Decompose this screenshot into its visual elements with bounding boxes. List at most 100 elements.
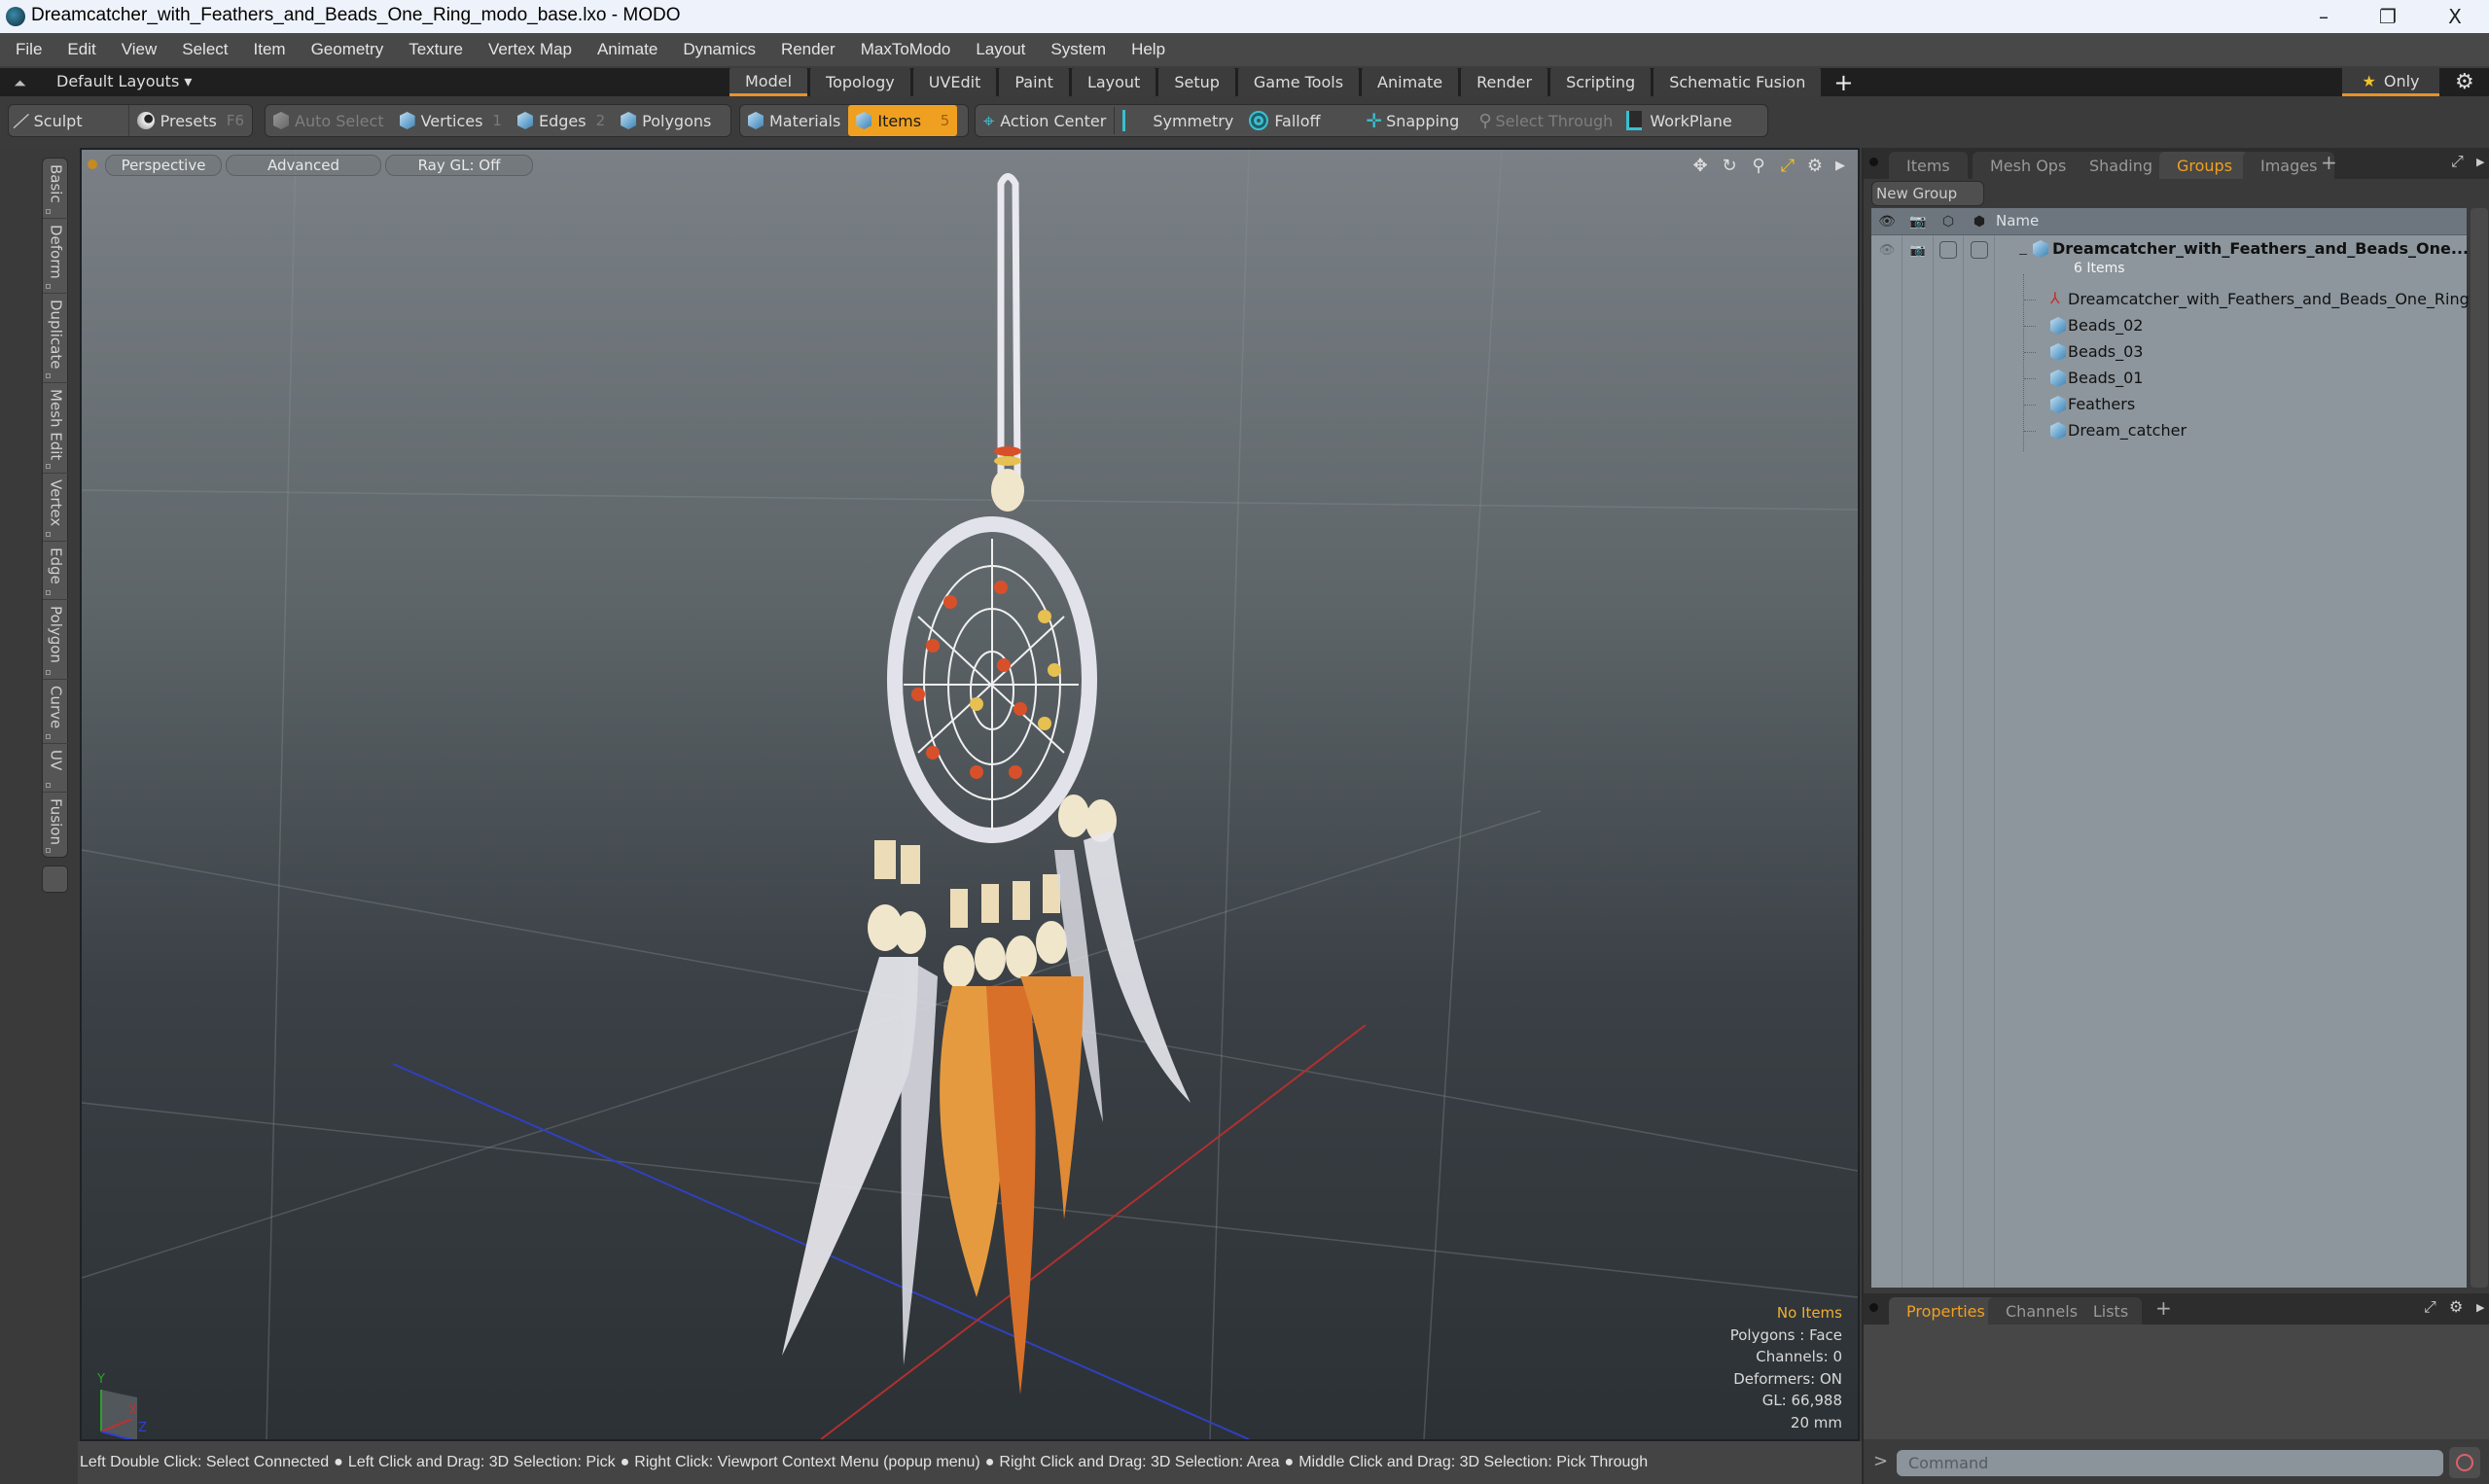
- visibility-eye-icon[interactable]: 👁: [1878, 241, 1896, 259]
- panel-menu-arrow-icon[interactable]: ▶: [2476, 156, 2484, 168]
- list-item[interactable]: Beads_02: [1871, 313, 2467, 339]
- only-toggle[interactable]: ★ Only: [2342, 68, 2439, 96]
- snapping-button[interactable]: ✛ Snapping: [1358, 105, 1471, 136]
- tab-mesh-edit[interactable]: Mesh Edit: [43, 383, 69, 474]
- edges-button[interactable]: Edges 2: [510, 105, 613, 136]
- tab-shading[interactable]: Shading: [2072, 152, 2170, 179]
- select-shape-icon[interactable]: ⬢: [1971, 213, 1988, 230]
- expand-icon[interactable]: ⤢: [2424, 1297, 2436, 1317]
- menu-help[interactable]: Help: [1131, 40, 1165, 59]
- properties-gear-icon[interactable]: ⚙: [2449, 1297, 2463, 1316]
- pan-icon[interactable]: ✥: [1689, 154, 1712, 177]
- record-macro-button[interactable]: [2449, 1447, 2480, 1478]
- add-layout-tab-button[interactable]: +: [1824, 68, 1863, 96]
- outliner-scrollbar[interactable]: [2471, 208, 2488, 1288]
- render-camera-icon[interactable]: 📷: [1909, 241, 1927, 259]
- tab-render[interactable]: Render: [1461, 68, 1548, 96]
- menu-maxtomodo[interactable]: MaxToModo: [861, 40, 951, 59]
- list-item[interactable]: Beads_03: [1871, 339, 2467, 366]
- polygons-button[interactable]: Polygons: [613, 105, 719, 136]
- dreamcatcher-model[interactable]: [782, 173, 1191, 1396]
- tab-topology[interactable]: Topology: [810, 68, 910, 96]
- sculpt-button[interactable]: ╱ Sculpt: [9, 105, 129, 136]
- viewport-menu-arrow-icon[interactable]: ▶: [1829, 154, 1852, 177]
- viewport-status-dot[interactable]: [88, 159, 97, 169]
- tab-items[interactable]: Items: [1889, 152, 1968, 179]
- tab-paint[interactable]: Paint: [999, 68, 1069, 96]
- tab-uvedit[interactable]: UVEdit: [912, 68, 997, 96]
- add-tab-icon[interactable]: +: [2155, 1296, 2172, 1320]
- collapsed-tab-button[interactable]: [42, 866, 68, 893]
- tab-animate[interactable]: Animate: [1362, 68, 1459, 96]
- menu-file[interactable]: File: [16, 40, 42, 59]
- menu-animate[interactable]: Animate: [597, 40, 658, 59]
- workplane-button[interactable]: WorkPlane: [1618, 105, 1739, 136]
- 3d-viewport[interactable]: Y X Z Perspective Advanced Ray GL: Off ✥…: [80, 148, 1860, 1441]
- tab-schematic-fusion[interactable]: Schematic Fusion: [1653, 68, 1822, 96]
- tab-groups[interactable]: Groups: [2159, 152, 2251, 179]
- add-tab-icon[interactable]: +: [2321, 151, 2337, 174]
- list-item[interactable]: Feathers: [1871, 392, 2467, 418]
- expand-icon[interactable]: ⤢: [2451, 152, 2464, 171]
- list-item[interactable]: Beads_01: [1871, 366, 2467, 392]
- action-center-button[interactable]: ⌖ Action Center: [976, 105, 1114, 136]
- default-layouts-dropdown[interactable]: Default Layouts ▾: [56, 72, 192, 90]
- items-button[interactable]: Items 5: [848, 105, 958, 136]
- presets-button[interactable]: Presets F6: [129, 105, 252, 136]
- rotate-icon[interactable]: ↻: [1718, 154, 1741, 177]
- panel-menu-arrow-icon[interactable]: ▶: [2476, 1301, 2484, 1314]
- menu-layout[interactable]: Layout: [976, 40, 1025, 59]
- vertices-button[interactable]: Vertices 1: [392, 105, 510, 136]
- shading-mode-button[interactable]: Advanced: [226, 155, 381, 176]
- close-button[interactable]: X: [2421, 0, 2489, 33]
- tab-polygon[interactable]: Polygon: [43, 600, 69, 680]
- menu-vertex-map[interactable]: Vertex Map: [488, 40, 572, 59]
- maximize-icon[interactable]: ⤢: [1776, 154, 1799, 177]
- symmetry-button[interactable]: Symmetry: [1115, 105, 1241, 136]
- tab-vertex[interactable]: Vertex: [43, 474, 69, 542]
- menu-select[interactable]: Select: [182, 40, 228, 59]
- menu-item[interactable]: Item: [254, 40, 286, 59]
- tab-deform[interactable]: Deform: [43, 219, 69, 294]
- tab-game-tools[interactable]: Game Tools: [1237, 68, 1360, 96]
- menu-texture[interactable]: Texture: [409, 40, 463, 59]
- new-group-button[interactable]: New Group: [1871, 181, 1984, 206]
- tab-fusion[interactable]: Fusion: [43, 793, 69, 857]
- menu-edit[interactable]: Edit: [67, 40, 95, 59]
- tab-layout[interactable]: Layout: [1071, 68, 1156, 96]
- falloff-button[interactable]: Falloff: [1241, 105, 1358, 136]
- lock-shape-icon[interactable]: ⬡: [1939, 213, 1957, 230]
- tab-curve[interactable]: Curve: [43, 680, 69, 744]
- list-item[interactable]: Dream_catcher: [1871, 418, 2467, 444]
- tab-lists[interactable]: Lists: [2080, 1297, 2142, 1325]
- view-mode-button[interactable]: Perspective: [105, 155, 222, 176]
- select-through-button[interactable]: ⚲ Select Through: [1471, 105, 1618, 136]
- restore-button[interactable]: ❐: [2354, 0, 2422, 33]
- tab-edge[interactable]: Edge: [43, 542, 69, 600]
- tab-basic[interactable]: Basic: [43, 159, 69, 219]
- viewport-gear-icon[interactable]: ⚙: [1803, 154, 1827, 177]
- render-camera-icon[interactable]: 📷: [1909, 213, 1927, 230]
- command-input[interactable]: Command: [1897, 1450, 2443, 1476]
- list-item[interactable]: ⅄ Dreamcatcher_with_Feathers_and_Beads_O…: [1871, 287, 2470, 313]
- menu-geometry[interactable]: Geometry: [311, 40, 384, 59]
- collapse-up-icon[interactable]: ⏶: [14, 74, 26, 93]
- tab-properties[interactable]: Properties: [1889, 1297, 2003, 1325]
- visibility-eye-icon[interactable]: 👁: [1878, 213, 1896, 230]
- tab-mesh-ops[interactable]: Mesh Ops: [1973, 152, 2084, 179]
- menu-view[interactable]: View: [122, 40, 158, 59]
- materials-button[interactable]: Materials: [740, 105, 848, 136]
- raygl-button[interactable]: Ray GL: Off: [385, 155, 533, 176]
- minimize-button[interactable]: –: [2290, 0, 2358, 33]
- tab-duplicate[interactable]: Duplicate: [43, 294, 69, 383]
- auto-select-button[interactable]: Auto Select: [266, 105, 392, 136]
- select-checkbox[interactable]: [1971, 241, 1988, 259]
- lock-checkbox[interactable]: [1939, 241, 1957, 259]
- menu-dynamics[interactable]: Dynamics: [683, 40, 756, 59]
- name-column-header[interactable]: Name: [1996, 212, 2039, 230]
- tab-setup[interactable]: Setup: [1158, 68, 1235, 96]
- zoom-icon[interactable]: ⚲: [1747, 154, 1770, 177]
- menu-system[interactable]: System: [1050, 40, 1106, 59]
- tab-uv[interactable]: UV: [43, 744, 69, 793]
- menu-render[interactable]: Render: [781, 40, 836, 59]
